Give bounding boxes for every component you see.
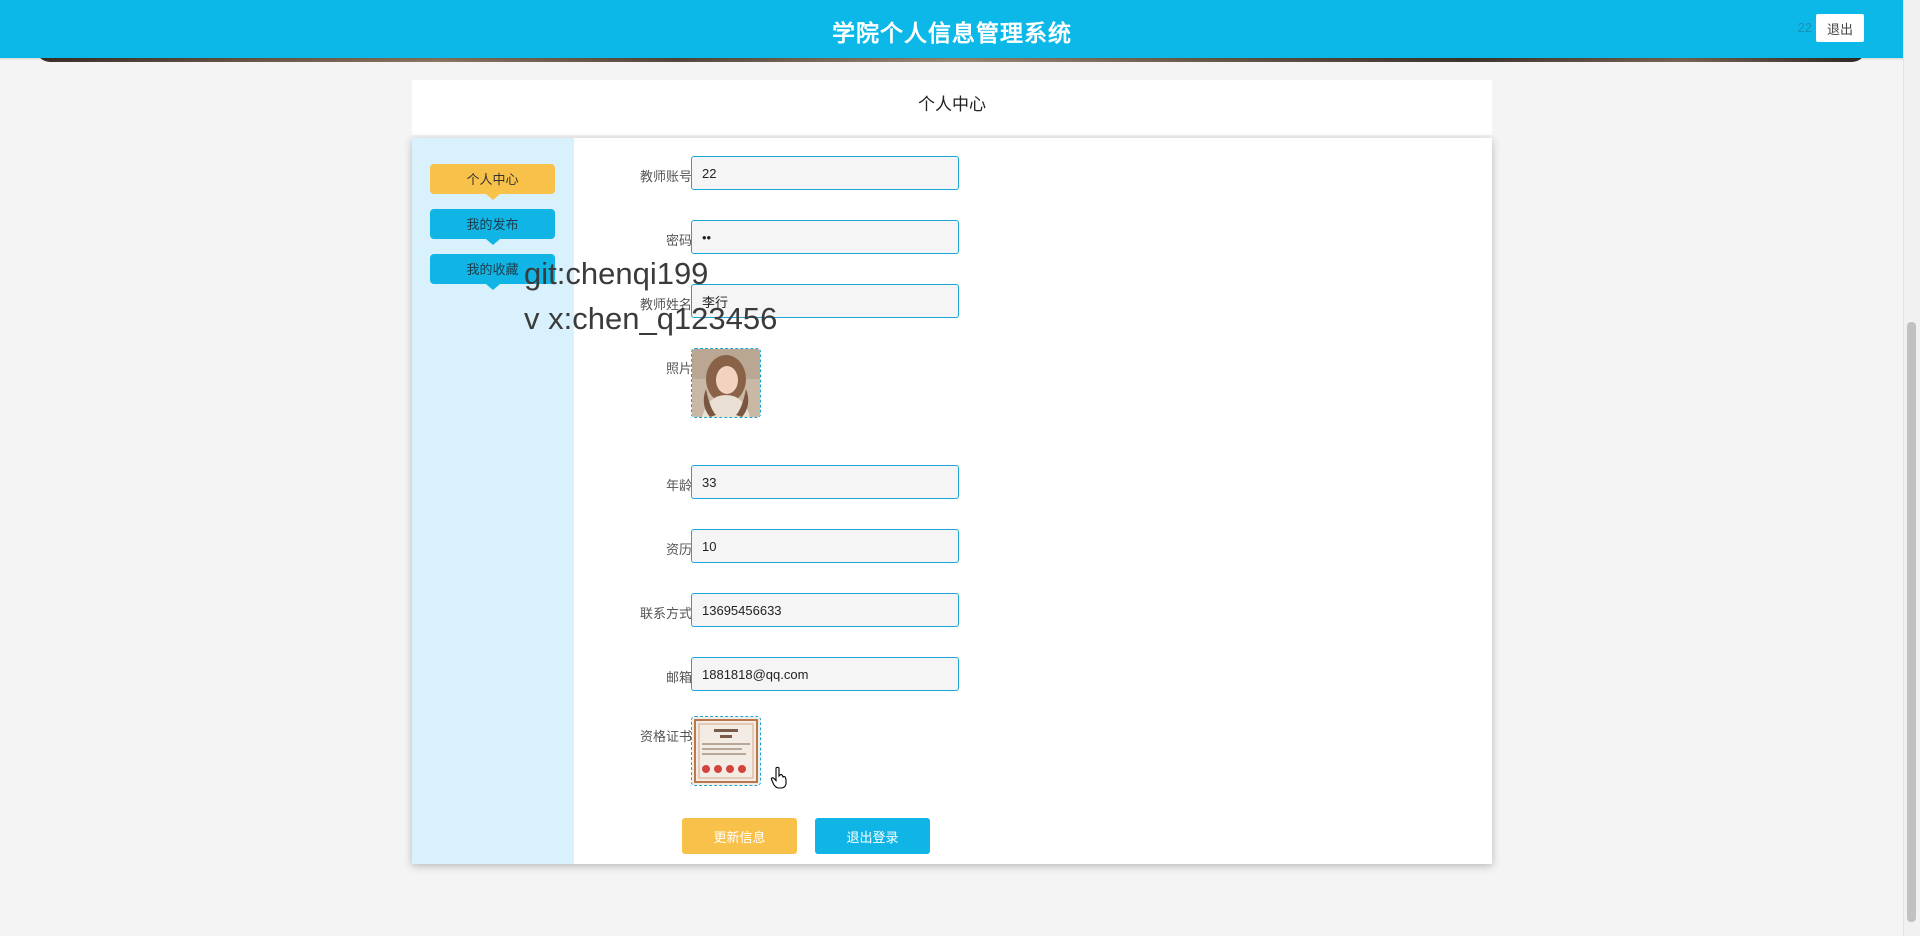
sidebar: 个人中心 我的发布 我的收藏 [412, 138, 574, 864]
photo-upload[interactable] [691, 348, 761, 418]
experience-label: 资历 [665, 542, 692, 557]
phone-label: 联系方式 [639, 606, 692, 621]
header-logout-button[interactable]: 退出 [1816, 14, 1864, 42]
page-title: 个人中心 [412, 80, 1492, 135]
password-input[interactable] [691, 220, 959, 254]
email-input[interactable] [691, 657, 959, 691]
top-header: 学院个人信息管理系统 22 退出 [0, 0, 1904, 58]
app-title: 学院个人信息管理系统 [832, 20, 1072, 46]
watermark-line-2: v x:chen_q123456 [524, 301, 778, 336]
phone-input[interactable] [691, 593, 959, 627]
certificate-label: 资格证书 [639, 729, 692, 744]
hand-cursor-icon [770, 766, 787, 789]
certificate-upload[interactable] [691, 716, 761, 786]
sidebar-item-personal-center[interactable]: 个人中心 [430, 164, 555, 200]
current-username: 22 [1797, 20, 1812, 35]
photo-label: 照片 [665, 361, 692, 376]
certificate-image [692, 717, 760, 785]
logout-button[interactable]: 退出登录 [815, 818, 930, 854]
scrollbar-thumb[interactable] [1907, 322, 1916, 922]
experience-input[interactable] [691, 529, 959, 563]
password-label: 密码 [665, 233, 692, 248]
photo-image [692, 349, 760, 417]
page-scrollbar[interactable] [1903, 0, 1920, 936]
watermark-line-1: git:chenqi199 [524, 256, 709, 291]
account-label: 教师账号 [639, 169, 692, 184]
email-label: 邮箱 [665, 670, 692, 685]
sidebar-item-my-posts[interactable]: 我的发布 [430, 209, 555, 245]
profile-card: 个人中心 我的发布 我的收藏 教师账号 密码 教师姓名 照片 年龄 资历 联系方… [412, 138, 1492, 864]
update-info-button[interactable]: 更新信息 [682, 818, 797, 854]
account-input[interactable] [691, 156, 959, 190]
age-label: 年龄 [665, 478, 692, 493]
age-input[interactable] [691, 465, 959, 499]
